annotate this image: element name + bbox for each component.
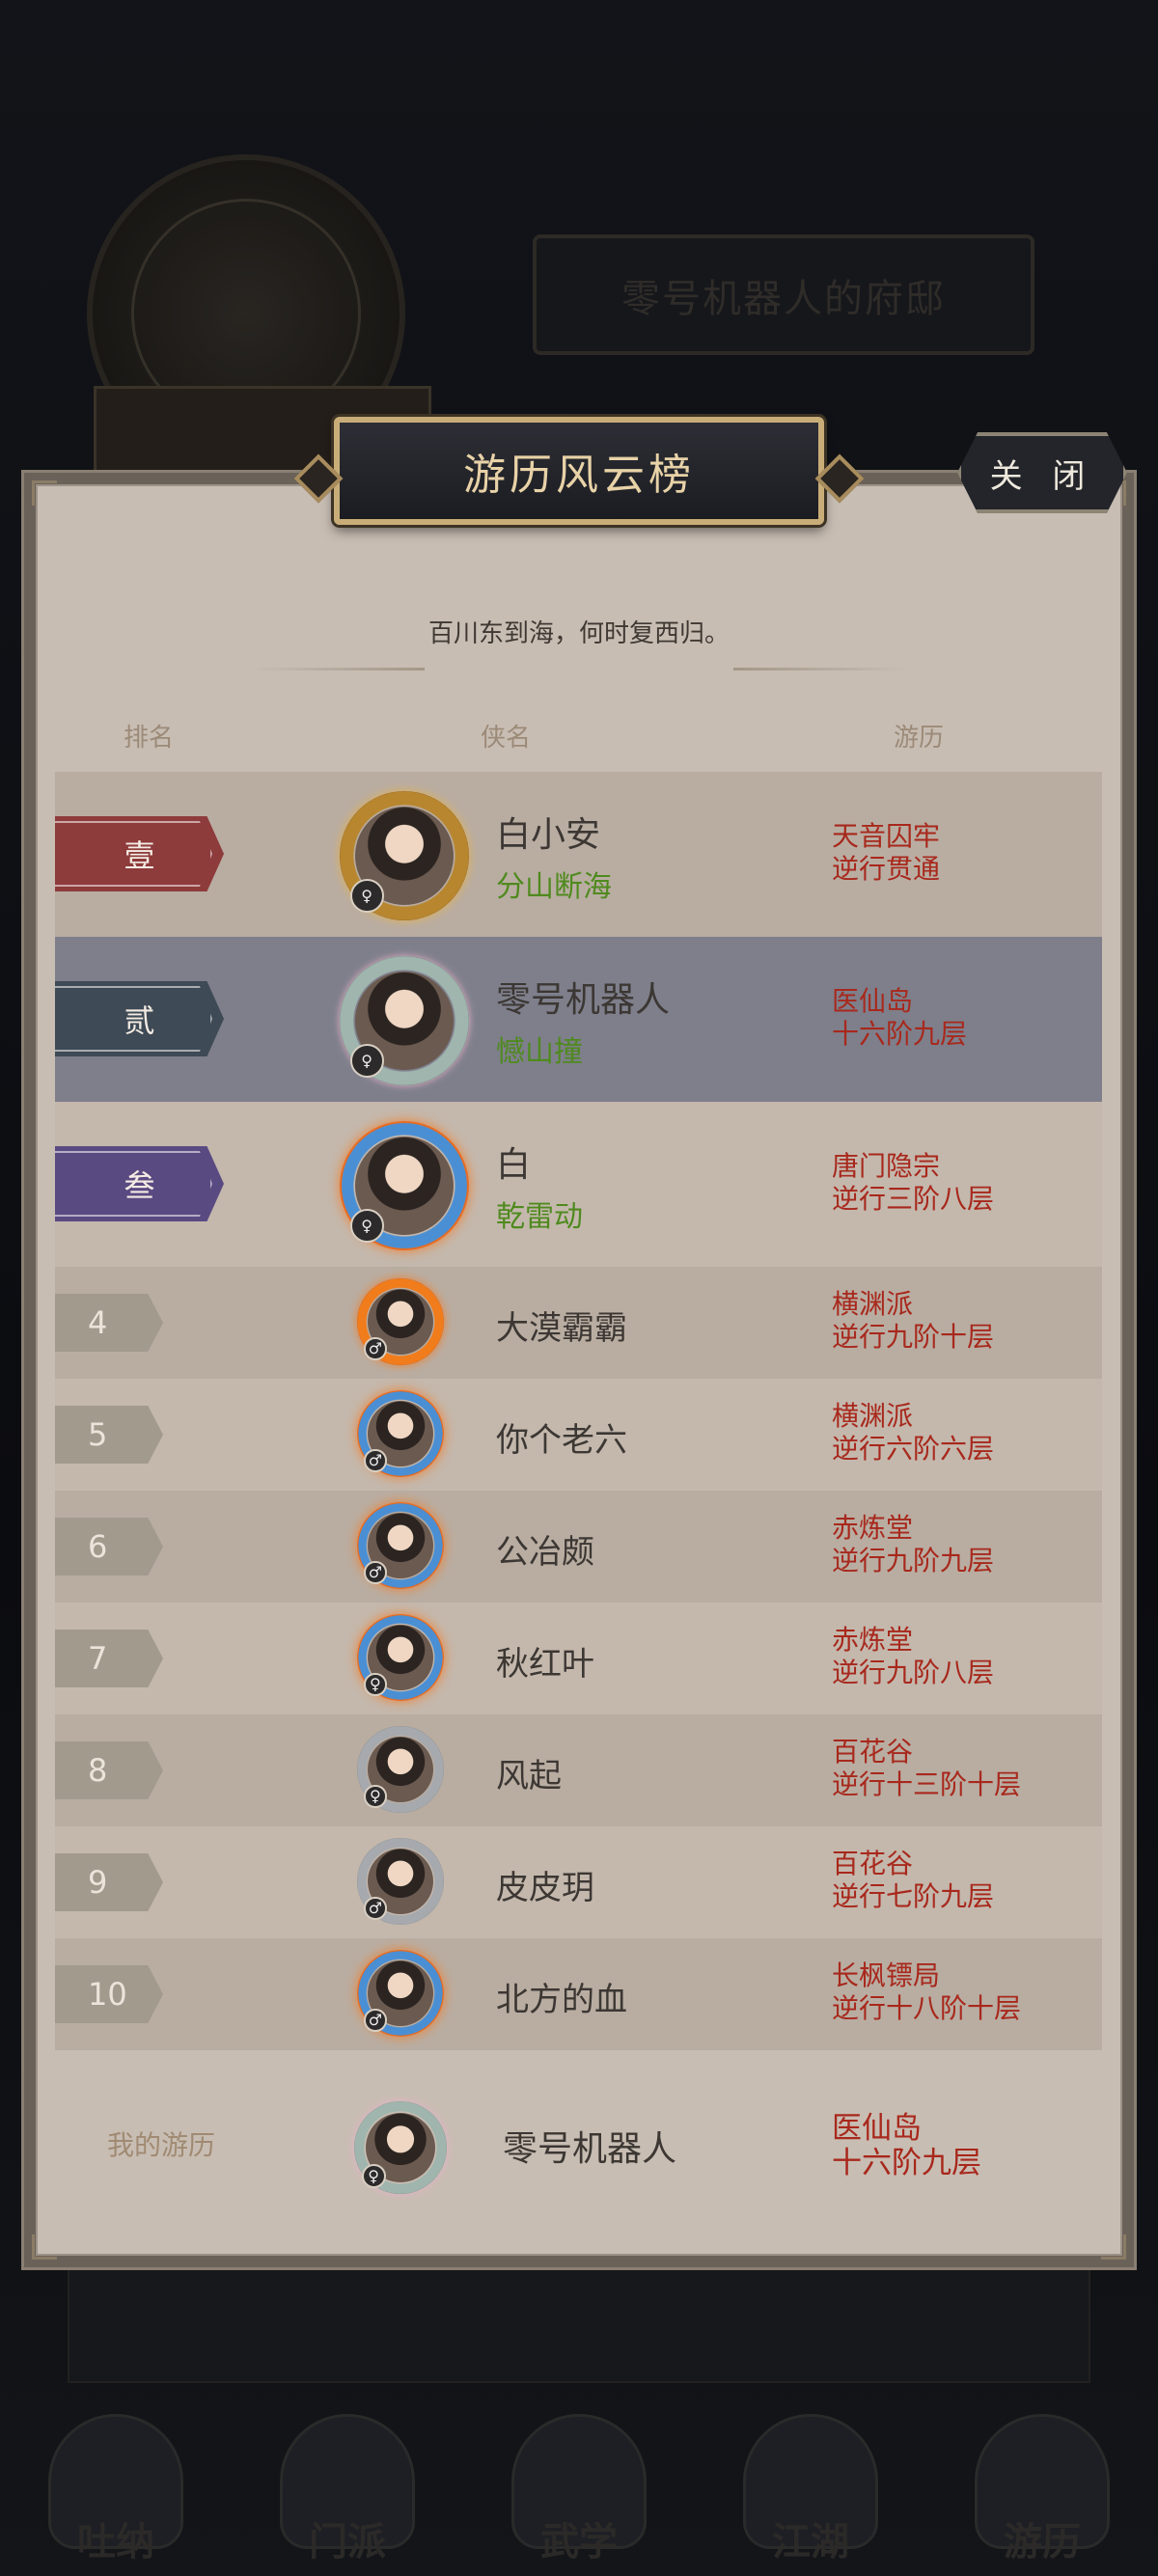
male-icon: ♂ (364, 1897, 387, 1920)
header-name: 侠名 (481, 724, 532, 753)
my-name: 零号机器人 (503, 2129, 677, 2169)
ranking-row[interactable]: 10 ♂ 北方的血 长枫镖局 逆行十八阶十层 (55, 1938, 1102, 2050)
ranking-row[interactable]: 壹 ♀ 白小安 分山断海 天音囚牢 逆行贯通 (55, 772, 1102, 937)
ranking-row[interactable]: 4 ♂ 大漠霸霸 横渊派 逆行九阶十层 (55, 1267, 1102, 1379)
rank-number: 4 (55, 1294, 163, 1352)
journey-progress: 横渊派 逆行六阶六层 (832, 1400, 995, 1465)
rank-badge: 叁 (55, 1146, 224, 1221)
male-icon: ♂ (364, 1337, 387, 1360)
avatar[interactable]: ♀ (354, 2101, 447, 2194)
bottom-nav: 吐纳 门派 武学 江湖 游历 (0, 2383, 1158, 2576)
rank-badge: 贰 (55, 981, 224, 1056)
my-journey-row: 我的游历 ♀ 零号机器人 医仙岛 十六阶九层 (55, 2082, 1102, 2207)
player-name: 北方的血 (496, 1981, 627, 2019)
ranking-list: 壹 ♀ 白小安 分山断海 天音囚牢 逆行贯通 贰 ♀ 零号机器人 憾山撞 医仙岛十… (55, 772, 1102, 2050)
player-name: 皮皮玥 (496, 1869, 594, 1907)
player-name: 秋红叶 (496, 1645, 594, 1684)
avatar[interactable]: ♂ (357, 1950, 444, 2037)
ranking-row[interactable]: 6 ♂ 公冶颇 赤炼堂 逆行九阶九层 (55, 1491, 1102, 1603)
divider (251, 668, 425, 671)
journey-progress: 医仙岛 十六阶九层 (832, 985, 968, 1050)
journey-progress: 天音囚牢 逆行贯通 (832, 820, 941, 885)
ranking-row[interactable]: 8 ♀ 风起 百花谷 逆行十三阶十层 (55, 1714, 1102, 1826)
avatar[interactable]: ♀ (340, 1121, 469, 1250)
ranking-row[interactable]: 贰 ♀ 零号机器人 憾山撞 医仙岛 十六阶九层 (55, 937, 1102, 1102)
rank-number: 7 (55, 1630, 163, 1687)
nav-item-travel[interactable]: 游历 (965, 2393, 1119, 2566)
player-title: 憾山撞 (496, 1035, 583, 1069)
player-title: 分山断海 (496, 870, 612, 904)
modal-title: 游历风云榜 (463, 451, 695, 500)
avatar[interactable]: ♀ (340, 956, 469, 1085)
male-icon: ♂ (364, 1561, 387, 1584)
male-icon: ♂ (364, 1449, 387, 1472)
ranking-row[interactable]: 叁 ♀ 白 乾雷动 唐门隐宗 逆行三阶八层 (55, 1102, 1102, 1267)
rank-badge: 壹 (55, 816, 224, 891)
avatar[interactable]: ♂ (357, 1278, 444, 1365)
male-icon: ♂ (364, 2009, 387, 2032)
female-icon: ♀ (364, 1673, 387, 1696)
female-icon: ♀ (361, 2164, 386, 2189)
nav-item-martial[interactable]: 武学 (502, 2393, 656, 2566)
rank-number: 5 (55, 1406, 163, 1464)
avatar[interactable]: ♀ (340, 791, 469, 920)
female-icon: ♀ (349, 1209, 384, 1243)
rank-number: 10 (55, 1965, 163, 2023)
journey-progress: 百花谷 逆行十三阶十层 (832, 1736, 1022, 1800)
player-name: 零号机器人 (496, 980, 671, 1020)
modal-title-plaque: 游历风云榜 (334, 417, 824, 525)
avatar[interactable]: ♀ (357, 1614, 444, 1701)
my-journey-progress: 医仙岛 十六阶九层 (832, 2111, 981, 2180)
player-name: 公冶颇 (496, 1533, 594, 1572)
avatar[interactable]: ♂ (357, 1390, 444, 1477)
modal-subtitle: 百川东到海，何时复西归。 (427, 619, 730, 648)
female-icon: ♀ (349, 879, 384, 913)
background-strip (68, 2267, 1090, 2383)
rank-number: 8 (55, 1741, 163, 1799)
journey-progress: 唐门隐宗 逆行三阶八层 (832, 1150, 995, 1215)
nav-item-jianghu[interactable]: 江湖 (733, 2393, 888, 2566)
avatar[interactable]: ♂ (357, 1502, 444, 1589)
female-icon: ♀ (364, 1785, 387, 1808)
avatar[interactable]: ♀ (357, 1726, 444, 1813)
header-journey: 游历 (894, 724, 945, 753)
player-name: 风起 (496, 1757, 562, 1795)
ranking-row[interactable]: 9 ♂ 皮皮玥 百花谷 逆行七阶九层 (55, 1826, 1102, 1938)
female-icon: ♀ (349, 1044, 384, 1078)
player-name: 白 (496, 1145, 532, 1185)
my-journey-label: 我的游历 (107, 2129, 216, 2161)
avatar[interactable]: ♂ (357, 1838, 444, 1925)
journey-progress: 长枫镖局 逆行十八阶十层 (832, 1959, 1022, 2024)
close-button[interactable]: 关 闭 (957, 432, 1127, 513)
mansion-name: 零号机器人的府邸 (533, 234, 1034, 355)
journey-progress: 横渊派 逆行九阶十层 (832, 1288, 995, 1353)
ranking-row[interactable]: 7 ♀ 秋红叶 赤炼堂 逆行九阶八层 (55, 1603, 1102, 1714)
rank-number: 6 (55, 1518, 163, 1576)
nav-item-sect[interactable]: 门派 (270, 2393, 425, 2566)
journey-progress: 赤炼堂 逆行九阶八层 (832, 1624, 995, 1688)
ranking-row[interactable]: 5 ♂ 你个老六 横渊派 逆行六阶六层 (55, 1379, 1102, 1491)
player-name: 大漠霸霸 (496, 1309, 627, 1348)
journey-progress: 百花谷 逆行七阶九层 (832, 1848, 995, 1912)
player-name: 你个老六 (496, 1421, 627, 1460)
rank-number: 9 (55, 1853, 163, 1911)
header-rank: 排名 (124, 724, 175, 753)
nav-item-tuna[interactable]: 吐纳 (39, 2393, 193, 2566)
divider (733, 668, 907, 671)
player-name: 白小安 (496, 815, 601, 855)
journey-progress: 赤炼堂 逆行九阶九层 (832, 1512, 995, 1576)
player-title: 乾雷动 (496, 1200, 583, 1234)
